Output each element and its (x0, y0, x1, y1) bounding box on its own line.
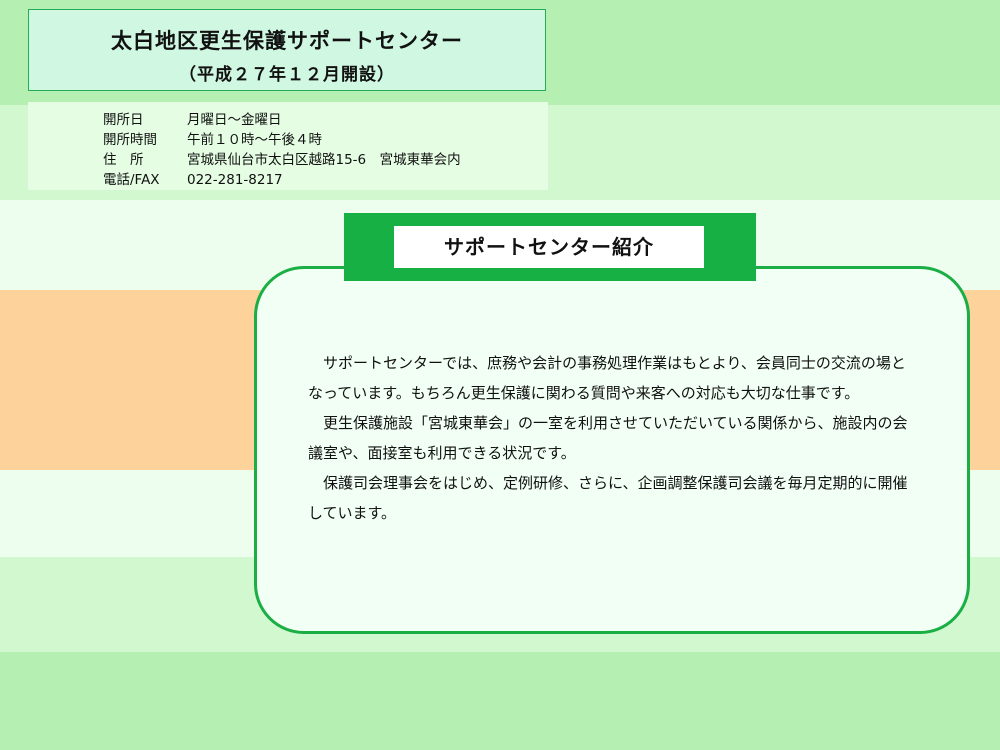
section-header-bar: サポートセンター紹介 (344, 213, 756, 281)
section-heading: サポートセンター紹介 (394, 226, 704, 268)
info-value: 月曜日～金曜日 (187, 112, 282, 128)
info-row-days: 開所日 月曜日～金曜日 (103, 108, 282, 128)
info-value: 午前１０時～午後４時 (187, 132, 322, 148)
info-box: 開所日 月曜日～金曜日 開所時間 午前１０時～午後４時 住 所 宮城県仙台市太白区越路… (28, 102, 548, 190)
intro-text: サポートセンターでは、庶務や会計の事務処理作業はもとより、会員同士の交流の場とな… (308, 348, 920, 528)
title-box: 太白地区更生保護サポートセンター （平成２７年１２月開設） (28, 9, 546, 91)
info-label: 住 所 (103, 152, 144, 168)
page-subtitle: （平成２７年１２月開設） (179, 65, 395, 85)
page-title: 太白地区更生保護サポートセンター (111, 29, 463, 53)
info-label: 電話/FAX (103, 172, 160, 188)
intro-paragraph: 保護司会理事会をはじめ、定例研修、さらに、企画調整保護司会議を毎月定期的に開催し… (308, 474, 908, 522)
info-row-address: 住 所 宮城県仙台市太白区越路15-6 宮城東華会内 (103, 148, 461, 168)
info-value: 022-281-8217 (187, 172, 283, 188)
info-label: 開所日 (103, 112, 144, 128)
info-label: 開所時間 (103, 132, 157, 148)
intro-paragraph: サポートセンターでは、庶務や会計の事務処理作業はもとより、会員同士の交流の場とな… (308, 354, 906, 402)
intro-paragraph: 更生保護施設「宮城東華会」の一室を利用させていただいている関係から、施設内の会議… (308, 414, 908, 462)
background-band (0, 652, 1000, 750)
info-row-hours: 開所時間 午前１０時～午後４時 (103, 128, 322, 148)
info-value: 宮城県仙台市太白区越路15-6 宮城東華会内 (187, 152, 461, 168)
slide: 太白地区更生保護サポートセンター （平成２７年１２月開設） 開所日 月曜日～金曜日… (0, 0, 1000, 750)
info-row-phone: 電話/FAX 022-281-8217 (103, 168, 283, 188)
